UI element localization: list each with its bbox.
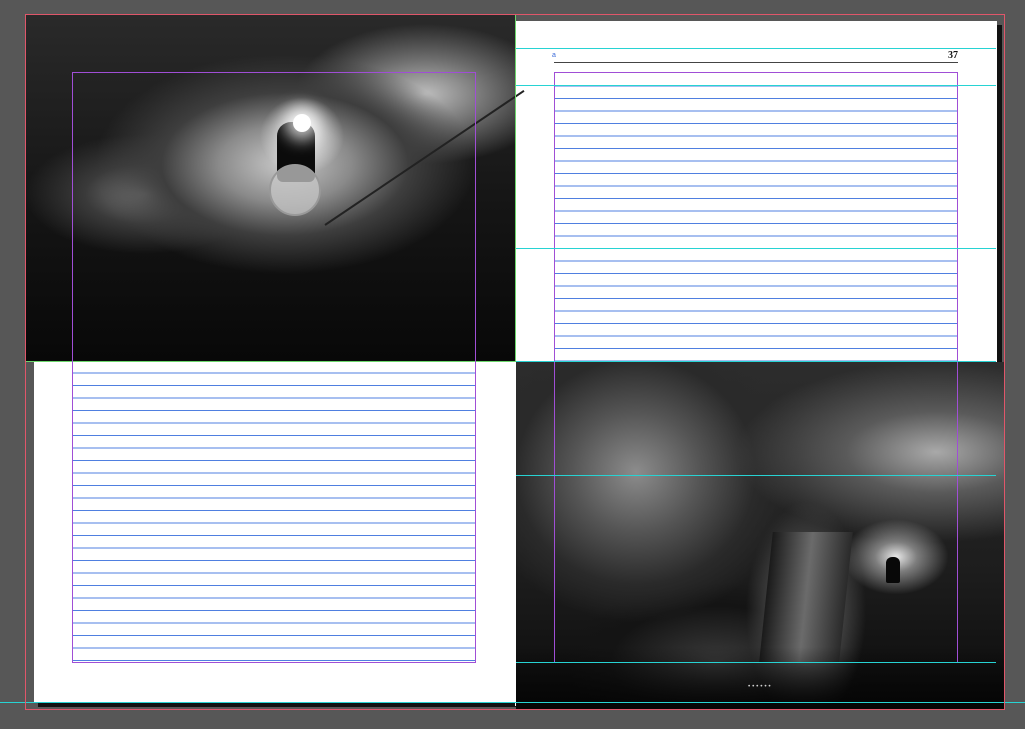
- spread-bleed-guide: [25, 14, 1005, 710]
